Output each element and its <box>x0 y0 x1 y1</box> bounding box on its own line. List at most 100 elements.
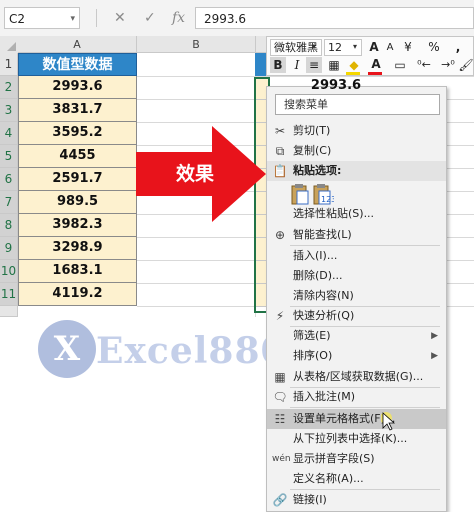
menu-item-format-cells[interactable]: ☷ 设置单元格格式(F)... <box>267 409 446 429</box>
chevron-right-icon: ▶ <box>431 331 438 341</box>
table-icon: ▦ <box>274 370 286 384</box>
table-cell[interactable]: 2993.6 <box>18 76 137 99</box>
menu-item-copy[interactable]: ⧉ 复制(C) <box>267 141 446 161</box>
merge-cells-icon[interactable]: ▭ <box>392 57 408 73</box>
menu-item-insert-comment[interactable]: 🗨 插入批注(M) <box>267 387 446 407</box>
fill-color-swatch <box>346 72 360 75</box>
menu-item-label: 插入(I)... <box>293 249 338 262</box>
menu-item-cut[interactable]: ✂ 剪切(T) <box>267 121 446 141</box>
menu-item-label: 定义名称(A)... <box>293 472 364 485</box>
menu-item-label: 筛选(E) <box>293 329 331 342</box>
enter-icon[interactable]: ✓ <box>144 7 156 29</box>
row-header[interactable]: 8 <box>0 214 18 237</box>
table-cell[interactable]: 3982.3 <box>18 214 137 237</box>
table-header-cell[interactable]: 数值型数据 <box>18 53 137 76</box>
menu-item-label: 插入批注(M) <box>293 390 356 403</box>
borders-icon[interactable]: ▦ <box>326 57 342 73</box>
menu-item-label: 快速分析(Q) <box>293 309 355 322</box>
menu-item-clear-contents[interactable]: 清除内容(N) <box>267 286 446 306</box>
table-cell[interactable]: 4119.2 <box>18 283 137 306</box>
shrink-font-button[interactable]: A <box>382 40 398 56</box>
row-header[interactable]: 4 <box>0 122 18 145</box>
menu-separator <box>290 407 440 408</box>
table-cell[interactable]: 3831.7 <box>18 99 137 122</box>
watermark-logo: X <box>38 320 96 378</box>
table-cell[interactable]: 4455 <box>18 145 137 168</box>
font-color-swatch <box>368 72 382 75</box>
menu-item-label: 智能查找(L) <box>293 228 352 241</box>
menu-search-input[interactable]: 搜索菜单 <box>275 94 440 115</box>
name-box[interactable]: C2 ▾ <box>4 7 80 29</box>
currency-button[interactable]: ¥ <box>400 39 416 55</box>
increase-decimal-icon[interactable]: →⁰ <box>440 57 456 73</box>
percent-button[interactable]: % <box>426 39 442 55</box>
font-color-button[interactable]: A <box>368 56 384 72</box>
menu-item-paste-options: 📋 粘贴选项: <box>267 161 446 181</box>
decrease-decimal-icon[interactable]: ⁰← <box>416 57 432 73</box>
menu-item-delete[interactable]: 删除(D)... <box>267 266 446 286</box>
formula-bar-divider <box>96 9 97 27</box>
menu-item-get-data[interactable]: ▦ 从表格/区域获取数据(G)... <box>267 367 446 387</box>
insert-function-icon[interactable]: fx <box>172 7 185 29</box>
bold-button[interactable]: B <box>270 57 286 73</box>
menu-item-label: 从表格/区域获取数据(G)... <box>293 370 424 383</box>
menu-item-define-name[interactable]: 定义名称(A)... <box>267 469 446 489</box>
mouse-cursor-icon <box>381 412 396 431</box>
row-header[interactable]: 5 <box>0 145 18 168</box>
svg-text:123: 123 <box>321 195 334 204</box>
menu-item-quick-analysis[interactable]: ⚡ 快速分析(Q) <box>267 306 446 326</box>
chevron-down-icon[interactable]: ▾ <box>353 39 357 55</box>
table-cell[interactable]: 989.5 <box>18 191 137 214</box>
format-painter-icon[interactable]: 🖌 <box>458 57 474 73</box>
result-value: 2993.6 <box>310 78 362 93</box>
row-header[interactable]: 9 <box>0 237 18 260</box>
menu-item-show-phonetic[interactable]: wén 显示拼音字段(S) <box>267 449 446 469</box>
select-all-corner[interactable] <box>0 36 19 54</box>
row-header[interactable]: 11 <box>0 283 18 306</box>
menu-item-insert[interactable]: 插入(I)... <box>267 246 446 266</box>
row-header[interactable]: 6 <box>0 168 18 191</box>
row-header[interactable] <box>0 306 18 317</box>
table-cell[interactable]: 3595.2 <box>18 122 137 145</box>
menu-item-link[interactable]: 🔗 链接(I) <box>267 490 446 510</box>
copy-icon: ⧉ <box>275 144 285 158</box>
chevron-down-icon[interactable]: ▾ <box>70 8 75 30</box>
column-header-b[interactable]: B <box>137 36 256 53</box>
table-cell[interactable]: 2591.7 <box>18 168 137 191</box>
menu-item-paste-special[interactable]: 选择性粘贴(S)... <box>267 204 446 224</box>
row-header[interactable]: 2 <box>0 76 18 99</box>
table-cell[interactable]: 3298.9 <box>18 237 137 260</box>
menu-item-label: 复制(C) <box>293 144 332 157</box>
menu-item-label: 清除内容(N) <box>293 289 354 302</box>
menu-item-pick-from-list[interactable]: 从下拉列表中选择(K)... <box>267 429 446 449</box>
column-header-a[interactable]: A <box>18 36 137 53</box>
cancel-icon[interactable]: ✕ <box>114 7 126 29</box>
chevron-down-icon[interactable]: ▾ <box>312 39 316 55</box>
menu-item-sort[interactable]: 排序(O) ▶ <box>267 346 446 366</box>
arrow-label: 效果 <box>175 163 214 185</box>
menu-item-label: 显示拼音字段(S) <box>293 452 375 465</box>
menu-item-filter[interactable]: 筛选(E) ▶ <box>267 326 446 346</box>
italic-button[interactable]: I <box>289 57 305 73</box>
gridline <box>137 76 474 77</box>
paste-icon: 📋 <box>272 164 288 178</box>
formula-input[interactable]: 2993.6 <box>195 7 474 29</box>
scissors-icon: ✂ <box>274 124 286 138</box>
quick-analysis-icon: ⚡ <box>275 309 285 323</box>
grow-font-button[interactable]: A <box>366 39 382 55</box>
menu-item-label: 粘贴选项: <box>293 164 342 177</box>
menu-item-smart-lookup[interactable]: ⊕ 智能查找(L) <box>267 225 446 245</box>
format-cells-icon: ☷ <box>274 412 286 426</box>
row-header[interactable]: 10 <box>0 260 18 283</box>
align-center-icon[interactable]: ≡ <box>306 57 322 73</box>
comma-style-button[interactable]: , <box>450 39 466 55</box>
table-cell[interactable]: 1683.1 <box>18 260 137 283</box>
row-header[interactable]: 3 <box>0 99 18 122</box>
menu-item-label: 从下拉列表中选择(K)... <box>293 432 408 445</box>
link-icon: 🔗 <box>272 493 288 507</box>
fill-color-icon[interactable]: ◆ <box>346 57 362 73</box>
comment-icon: 🗨 <box>272 390 288 404</box>
menu-item-label: 链接(I) <box>293 493 327 506</box>
row-header[interactable]: 1 <box>0 53 18 76</box>
row-header[interactable]: 7 <box>0 191 18 214</box>
